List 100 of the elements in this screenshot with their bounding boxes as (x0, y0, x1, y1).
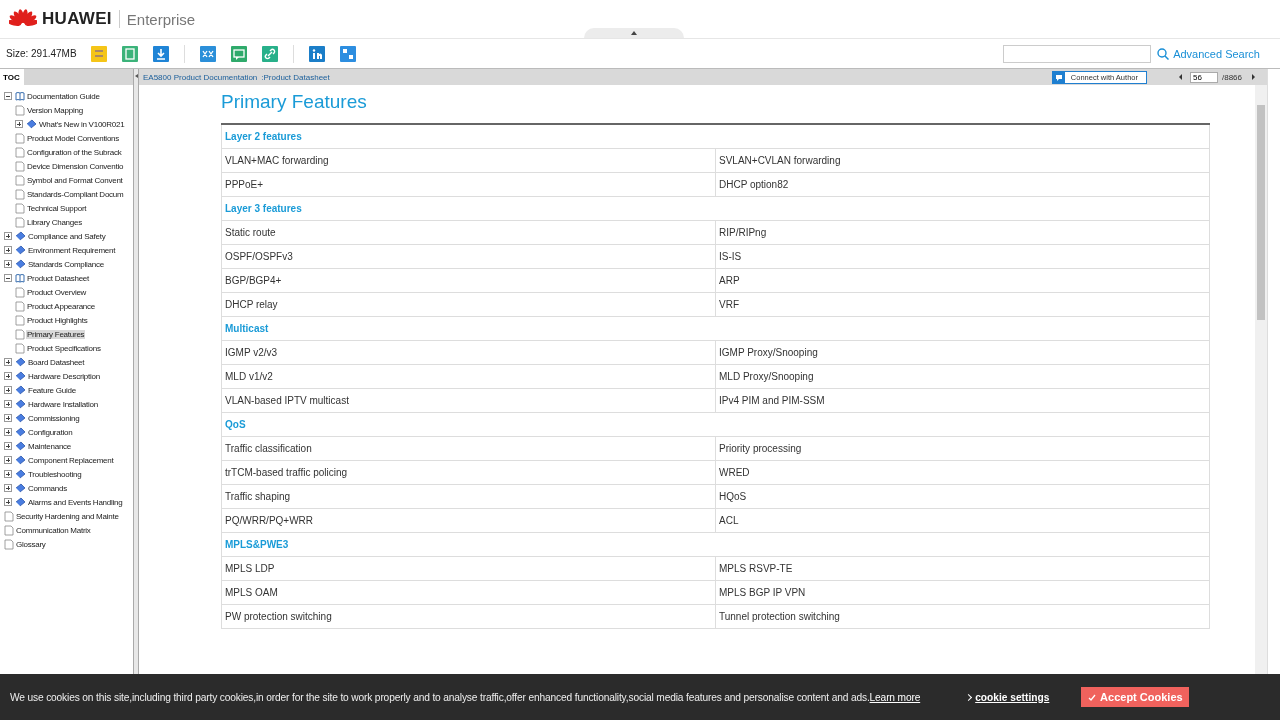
expand-icon[interactable] (4, 260, 12, 268)
book-icon (15, 91, 25, 101)
book-icon (15, 483, 26, 493)
toc-item[interactable]: Alarms and Events Handling (27, 497, 124, 507)
toc-item[interactable]: Security Hardening and Mainte (15, 511, 120, 521)
search-icon (1157, 47, 1170, 60)
toc-item[interactable]: Product Specifications (26, 343, 102, 353)
toc-item[interactable]: Device Dimension Conventio (26, 161, 125, 171)
toc-item[interactable]: Troubleshooting (27, 469, 83, 479)
book-icon (15, 231, 26, 241)
table-cell: MPLS OAM (221, 580, 716, 605)
table-cell: ARP (715, 268, 1210, 293)
expand-icon[interactable] (4, 456, 12, 464)
table-cell: HQoS (715, 484, 1210, 509)
toc-item[interactable]: Product Highlights (26, 315, 89, 325)
toc-item[interactable]: Version Mapping (26, 105, 84, 115)
table-cell: Traffic shaping (221, 484, 716, 509)
expand-icon[interactable] (4, 372, 12, 380)
link-icon[interactable] (261, 45, 278, 62)
table-cell: PW protection switching (221, 604, 716, 629)
page-icon (4, 524, 14, 536)
expand-icon[interactable] (4, 442, 12, 450)
book-icon (26, 119, 37, 129)
search-field[interactable] (1003, 44, 1152, 63)
cross-icon[interactable] (199, 45, 216, 62)
toc-item[interactable]: Configuration (27, 427, 74, 437)
book-icon (15, 399, 26, 409)
expand-icon[interactable] (4, 428, 12, 436)
toc-item[interactable]: Library Changes (26, 217, 83, 227)
toc-item[interactable]: Standards-Compliant Docum (26, 189, 125, 199)
book-icon (15, 455, 26, 465)
expand-icon[interactable] (4, 386, 12, 394)
table-cell: WRED (715, 460, 1210, 485)
linkedin-icon[interactable] (308, 45, 325, 62)
table-cell: PPPoE+ (221, 172, 716, 197)
toc-item[interactable]: Glossary (15, 539, 47, 549)
page-icon (4, 510, 14, 522)
breadcrumb-link[interactable]: :Product Datasheet (261, 72, 330, 82)
document-icon[interactable] (121, 45, 138, 62)
collapse-icon[interactable] (4, 274, 12, 282)
toc-item[interactable]: Compliance and Safety (27, 231, 107, 241)
book-icon (15, 273, 25, 283)
toc-item[interactable]: Documentation Guide (26, 91, 101, 101)
expand-icon[interactable] (4, 400, 12, 408)
comment-icon[interactable] (230, 45, 247, 62)
toc-item[interactable]: Feature Guide (27, 385, 77, 395)
toc-item[interactable]: Commissioning (27, 413, 81, 423)
advanced-search-link[interactable]: Advanced Search (1157, 47, 1260, 60)
toc-item[interactable]: Hardware Installation (27, 399, 99, 409)
toc-item[interactable]: Commands (27, 483, 68, 493)
expand-icon[interactable] (4, 484, 12, 492)
toc-item[interactable]: Product Datasheet (26, 273, 90, 283)
table-cell: IGMP Proxy/Snooping (715, 340, 1210, 365)
expand-icon[interactable] (4, 246, 12, 254)
toc-tab[interactable]: TOC (0, 69, 24, 85)
expand-icon[interactable] (4, 358, 12, 366)
section-heading: Multicast (221, 316, 1210, 341)
expand-icon[interactable] (4, 470, 12, 478)
toc-item[interactable]: What's New in V100R021 (38, 119, 126, 129)
download-icon[interactable] (152, 45, 169, 62)
toc-item[interactable]: Product Overview (26, 287, 88, 297)
toc-item[interactable]: Symbol and Format Convent (26, 175, 124, 185)
toc-item[interactable]: Product Appearance (26, 301, 96, 311)
previous-page-icon[interactable] (1178, 74, 1182, 80)
expand-icon[interactable] (4, 498, 12, 506)
expand-icon[interactable] (4, 232, 12, 240)
toc-item[interactable]: Product Model Conventions (26, 133, 121, 143)
table-cell: PQ/WRR/PQ+WRR (221, 508, 716, 533)
notes-icon[interactable] (90, 45, 107, 62)
section-heading: Layer 2 features (221, 124, 1210, 149)
table-cell: BGP/BGP4+ (221, 268, 716, 293)
book-icon (15, 259, 26, 269)
toc-item[interactable]: Board Datasheet (27, 357, 86, 367)
expand-icon[interactable] (4, 414, 12, 422)
toc-item[interactable]: Environment Requirement (27, 245, 117, 255)
toc-item[interactable]: Primary Features (26, 329, 86, 339)
table-cell: MPLS BGP IP VPN (715, 580, 1210, 605)
toc-item[interactable]: Standards Compliance (27, 259, 105, 269)
table-cell: MPLS LDP (221, 556, 716, 581)
scrollbar[interactable] (1255, 85, 1267, 674)
breadcrumb-link[interactable]: EA5800 Product Documentation (143, 72, 258, 82)
table-cell: IS-IS (715, 244, 1210, 269)
brand-name: HUAWEI (42, 9, 112, 29)
toc-item[interactable]: Communication Matrix (15, 525, 92, 535)
toc-item[interactable]: Component Replacement (27, 455, 115, 465)
toc-item[interactable]: Technical Support (26, 203, 88, 213)
toc-item[interactable]: Hardware Description (27, 371, 101, 381)
collapse-icon[interactable] (4, 92, 12, 100)
learn-more-link[interactable]: Learn more (869, 691, 921, 703)
table-cell: RIP/RIPng (715, 220, 1210, 245)
page-icon (15, 104, 25, 116)
toc-item[interactable]: Maintenance (27, 441, 73, 451)
next-page-icon[interactable] (1252, 74, 1255, 80)
expand-icon[interactable] (15, 120, 23, 128)
book-icon (15, 441, 26, 451)
book-icon (15, 357, 26, 367)
page-number-field[interactable]: 56 (1189, 71, 1218, 83)
cookie-settings-link[interactable]: cookie settings (966, 691, 1050, 703)
table-cell: VRF (715, 292, 1210, 317)
toc-item[interactable]: Configuration of the Subrack (26, 147, 123, 157)
